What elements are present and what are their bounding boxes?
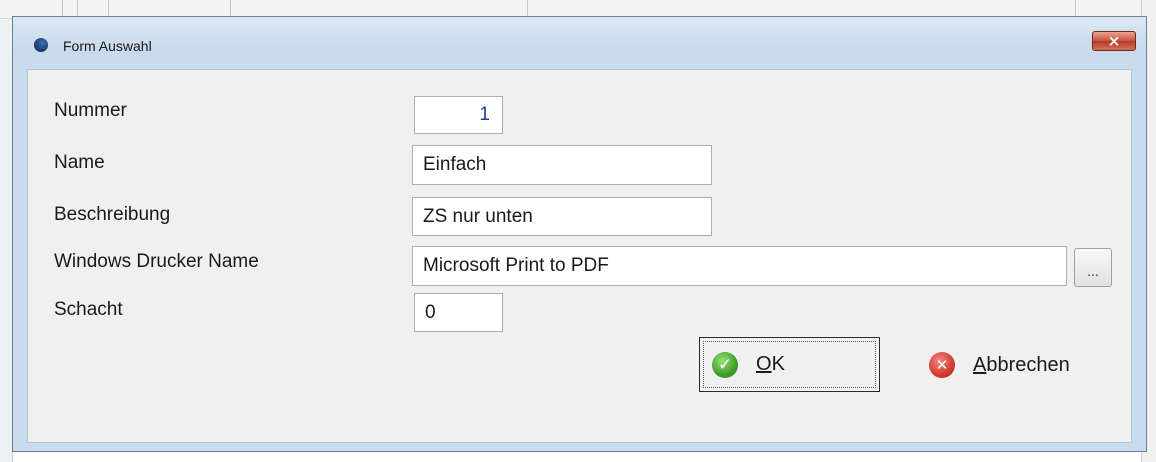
schacht-field[interactable]: 0 xyxy=(414,293,503,332)
beschreibung-label: Beschreibung xyxy=(54,204,171,225)
check-icon: ✓ xyxy=(712,351,738,378)
drucker-name-label: Windows Drucker Name xyxy=(54,251,259,272)
nummer-field[interactable]: 1 xyxy=(414,96,503,134)
abbrechen-button-label: Abbrechen xyxy=(973,353,1070,376)
drucker-name-field[interactable]: Microsoft Print to PDF xyxy=(412,246,1067,286)
dialog-titlebar[interactable]: Form Auswahl × xyxy=(13,17,1146,54)
schacht-label: Schacht xyxy=(54,299,123,320)
nummer-label: Nummer xyxy=(54,100,127,121)
name-field[interactable]: Einfach xyxy=(412,145,712,185)
browse-printer-button[interactable]: ... xyxy=(1074,248,1112,287)
abbrechen-button[interactable]: ✕ Abbrechen xyxy=(925,343,1100,387)
name-label: Name xyxy=(54,152,105,173)
app-icon xyxy=(34,38,48,52)
close-button[interactable]: × xyxy=(1092,31,1136,51)
beschreibung-field[interactable]: ZS nur unten xyxy=(412,197,712,236)
form-auswahl-dialog: Form Auswahl × Nummer Name Beschreibung … xyxy=(12,16,1147,452)
dialog-title: Form Auswahl xyxy=(63,38,152,54)
close-icon: × xyxy=(1107,31,1121,50)
cancel-icon: ✕ xyxy=(929,352,955,378)
ok-button[interactable]: ✓ OK xyxy=(699,337,880,392)
